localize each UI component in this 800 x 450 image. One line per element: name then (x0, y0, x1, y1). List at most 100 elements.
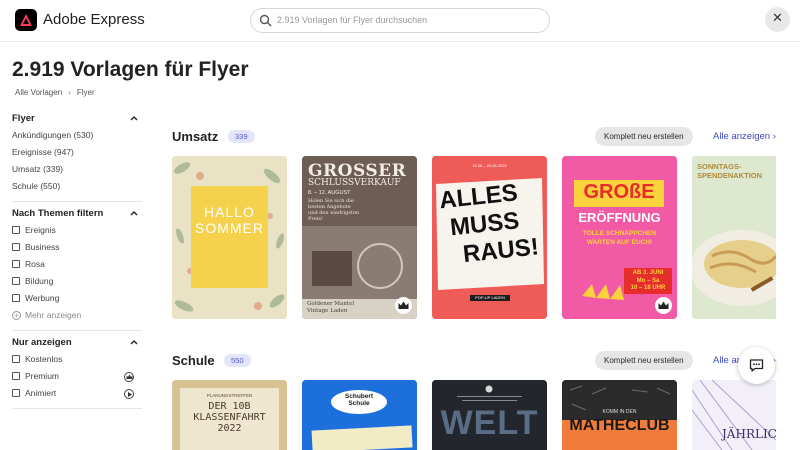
theme-checkbox-pink[interactable]: Rosa (12, 256, 142, 273)
template-card[interactable]: KOMM IN DEN MATHECLUB (562, 380, 677, 450)
remix-button[interactable]: Komplett neu erstellen (595, 351, 693, 370)
card-headline: WELT (440, 404, 539, 442)
close-icon: ✕ (772, 10, 783, 25)
template-card[interactable]: 15.06 – 20.06.2022 ALLES MUSS RAUS! POP-… (432, 156, 547, 319)
template-card[interactable]: PLANUNGSTREFFEN DER 10B KLASSENFAHRT 202… (172, 380, 287, 450)
template-thumbnail (172, 156, 287, 319)
checkbox[interactable] (12, 277, 20, 285)
plus-icon: + (12, 311, 21, 320)
premium-badge (655, 297, 672, 314)
breadcrumb-all-templates[interactable]: Alle Vorlagen (15, 88, 62, 97)
checkbox[interactable] (12, 372, 20, 380)
card-text-line: Mo – Sa (636, 277, 660, 284)
checkbox[interactable] (12, 294, 20, 302)
theme-checkbox-business[interactable]: Business (12, 239, 142, 256)
template-card[interactable]: JÄHRLICHE (692, 380, 776, 450)
card-headline: Schubert Schule (331, 393, 387, 407)
filter-link-events[interactable]: Ereignisse (947) (12, 144, 142, 161)
template-card[interactable]: GROßE ERÖFFNUNG TOLLE SCHNÄPPCHEN WARTEN… (562, 156, 677, 319)
template-card[interactable]: WELT (432, 380, 547, 450)
template-thumbnail (302, 380, 417, 450)
card-headline: JÄHRLICHE (722, 427, 776, 441)
card-hours: AB 3. JUNI Mo – Sa 10 – 18 UHR (624, 270, 672, 293)
checkbox-label: Bildung (25, 276, 54, 286)
filter-section-themes: Nach Themen filtern Ereignis Business Ro… (12, 208, 142, 324)
breadcrumb-flyer[interactable]: Flyer (77, 88, 95, 97)
template-card[interactable]: GROSSER SCHLUSSVERKAUF 8. – 12. AUGUST H… (302, 156, 417, 319)
see-all-link[interactable]: Alle anzeigen › (713, 131, 776, 142)
checkbox-label: Premium (25, 371, 60, 381)
adobe-express-logo-icon[interactable] (15, 9, 37, 31)
checkbox-label: Werbung (25, 293, 60, 303)
template-card[interactable]: SONNTAGS- SPENDENAKTION (692, 156, 776, 319)
card-text-line: Schule (348, 400, 370, 407)
filter-link-sales[interactable]: Umsatz (339) (12, 161, 142, 178)
theme-checkbox-education[interactable]: Bildung (12, 273, 142, 290)
show-more-label: Mehr anzeigen (25, 310, 82, 320)
checkbox-label: Animiert (25, 388, 57, 398)
checkbox-label: Ereignis (25, 225, 56, 235)
template-card[interactable]: Schubert Schule (302, 380, 417, 450)
search-input[interactable]: 2.919 Vorlagen für Flyer durchsuchen (250, 8, 550, 33)
section-count-badge: 339 (228, 130, 255, 143)
page-title: 2.919 Vorlagen für Flyer (12, 58, 249, 81)
checkbox-label: Rosa (25, 259, 45, 269)
checkbox[interactable] (12, 226, 20, 234)
divider (12, 330, 142, 331)
checkbox-label: Business (25, 242, 60, 252)
section-header-school: Schule 550 Komplett neu erstellen Alle a… (172, 351, 782, 371)
show-more-button[interactable]: + Mehr anzeigen (12, 307, 142, 324)
divider (12, 201, 142, 202)
remix-button[interactable]: Komplett neu erstellen (595, 127, 693, 146)
checkbox[interactable] (12, 260, 20, 268)
card-headline: GROßE (583, 181, 655, 203)
card-text-line: 10 – 18 UHR (630, 285, 666, 291)
card-footer: Goldener Mantel Vintage Laden (307, 301, 354, 315)
section-title: Umsatz (172, 129, 219, 144)
card-body-text: TOLLE SCHNÄPPCHEN WARTEN AUF EUCH! (562, 229, 677, 247)
filter-heading-only[interactable]: Nur anzeigen (12, 337, 142, 351)
chevron-right-icon: › (68, 88, 71, 97)
filter-link-announcements[interactable]: Ankündigungen (530) (12, 127, 142, 144)
theme-checkbox-advertising[interactable]: Werbung (12, 290, 142, 307)
card-text-line: KLASSENFAHRT (193, 412, 266, 423)
card-text-line: WARTEN AUF EUCH! (586, 239, 653, 246)
close-button[interactable]: ✕ (765, 7, 790, 32)
template-card[interactable]: HALLO SOMMER (172, 156, 287, 319)
only-checkbox-free[interactable]: Kostenlos (12, 351, 142, 368)
checkbox[interactable] (12, 243, 20, 251)
app-name: Adobe Express (43, 11, 145, 28)
filter-heading-label: Nach Themen filtern (12, 208, 104, 219)
filter-heading-themes[interactable]: Nach Themen filtern (12, 208, 142, 222)
checkbox[interactable] (12, 355, 20, 363)
crown-icon (124, 372, 134, 382)
breadcrumb: Alle Vorlagen › Flyer (15, 88, 95, 97)
filter-section-flyer: Flyer Ankündigungen (530) Ereignisse (94… (12, 113, 142, 195)
checkbox[interactable] (12, 389, 20, 397)
filter-heading-flyer[interactable]: Flyer (12, 113, 142, 127)
filter-heading-label: Nur anzeigen (12, 337, 72, 348)
card-headline: SONNTAGS- SPENDENAKTION (697, 162, 762, 180)
only-checkbox-animated[interactable]: Animiert (12, 385, 142, 402)
theme-checkbox-event[interactable]: Ereignis (12, 222, 142, 239)
card-date: 15.06 – 20.06.2022 (472, 163, 507, 168)
card-text-line: SOMMER (195, 220, 264, 236)
chat-button[interactable] (738, 347, 775, 384)
card-text-line: AB 3. JUNI (632, 270, 664, 276)
card-body-text: Holen Sie sich die besten Angebote und d… (308, 198, 359, 222)
top-bar: Adobe Express 2.919 Vorlagen für Flyer d… (0, 0, 800, 42)
chevron-up-icon (130, 116, 138, 121)
card-text-line: SPENDENAKTION (697, 171, 763, 180)
card-text-line: 2022 (217, 423, 242, 434)
divider (12, 408, 142, 409)
see-all-label: Alle anzeigen (713, 131, 771, 142)
filter-section-only: Nur anzeigen Kostenlos Premium Animiert (12, 337, 142, 402)
play-icon (124, 389, 134, 399)
filter-link-school[interactable]: Schule (550) (12, 178, 142, 195)
filter-heading-label: Flyer (12, 113, 35, 124)
crown-icon (398, 301, 409, 309)
only-checkbox-premium[interactable]: Premium (12, 368, 142, 385)
card-date: 8. – 12. AUGUST (308, 190, 351, 196)
premium-badge (395, 297, 412, 314)
card-headline: MATHECLUB (569, 417, 670, 434)
